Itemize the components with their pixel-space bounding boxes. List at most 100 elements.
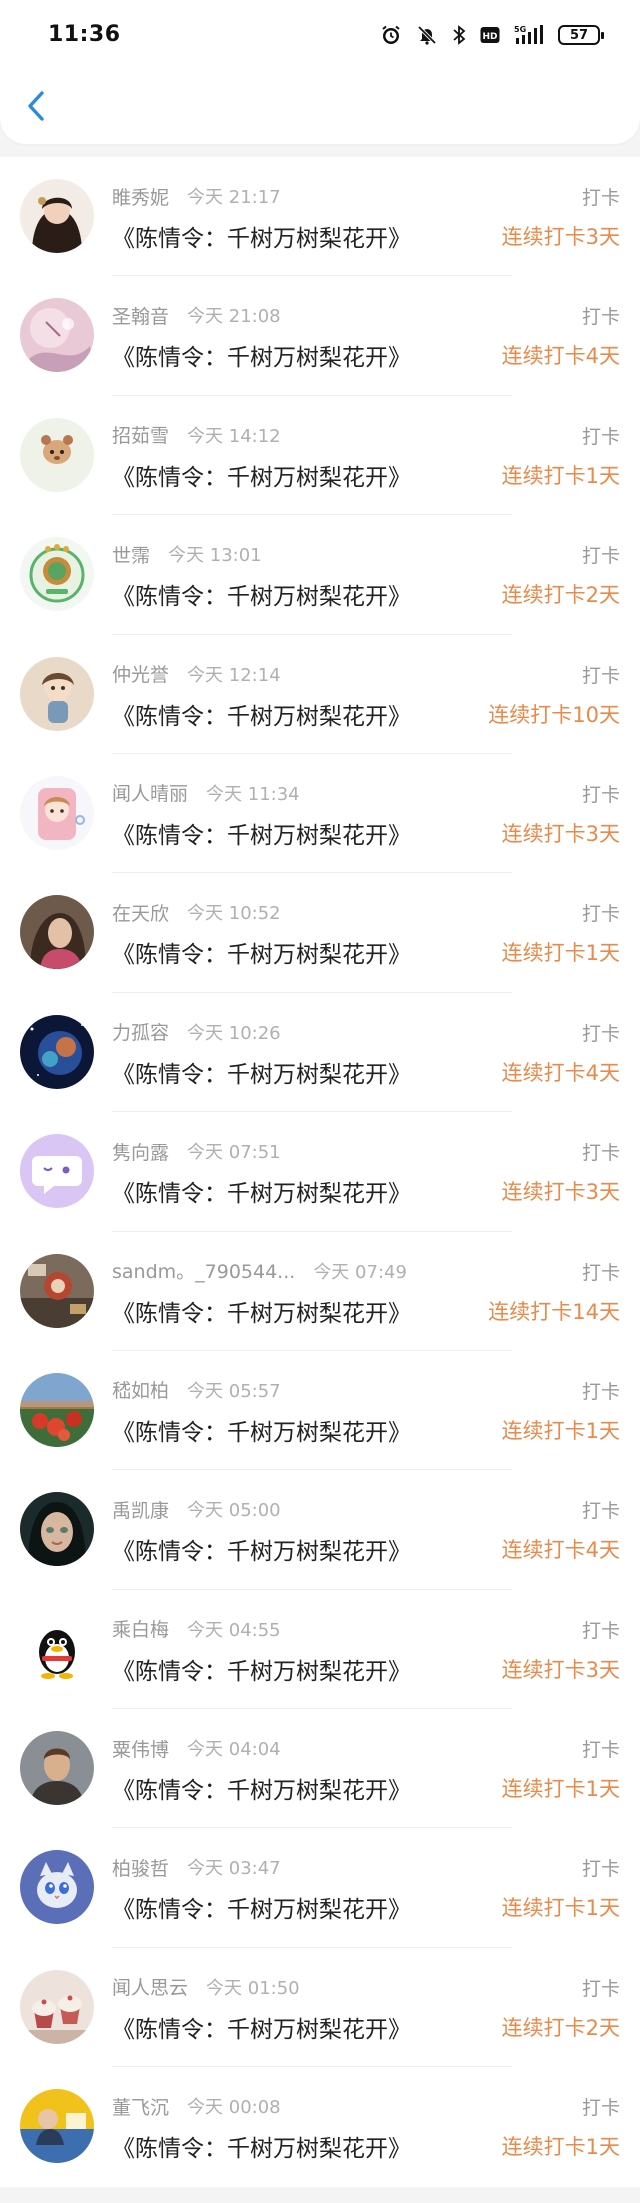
avatar[interactable] (20, 2089, 94, 2164)
checkin-time: 今天 01:50 (206, 1977, 300, 1999)
book-title[interactable]: 《陈情令：千树万树梨花开》 (112, 1532, 411, 1566)
avatar[interactable] (20, 298, 94, 373)
streak-badge: 连续打卡1天 (501, 1896, 620, 1921)
avatar[interactable] (20, 1134, 94, 1209)
book-title[interactable]: 《陈情令：千树万树梨花开》 (112, 1890, 411, 1924)
status-icons: HD 5G 57 (380, 22, 604, 48)
checkin-row[interactable]: 在天欣 今天 10:52 打卡 《陈情令：千树万树梨花开》 连续打卡1天 (0, 873, 640, 993)
avatar-room-photo (20, 1253, 94, 1328)
name-line: 世霈 今天 13:01 (112, 541, 262, 567)
avatar[interactable] (20, 537, 94, 612)
name-line: 董飞沉 今天 00:08 (112, 2093, 281, 2119)
checkin-row[interactable]: 董飞沉 今天 00:08 打卡 《陈情令：千树万树梨花开》 连续打卡1天 (0, 2067, 640, 2186)
book-title[interactable]: 《陈情令：千树万树梨花开》 (112, 458, 411, 492)
user-name[interactable]: 粟伟博 (112, 1735, 169, 1762)
avatar[interactable] (20, 1372, 94, 1447)
book-title[interactable]: 《陈情令：千树万树梨花开》 (112, 935, 411, 969)
book-title[interactable]: 《陈情令：千树万树梨花开》 (112, 2010, 411, 2044)
checkin-time: 今天 05:57 (187, 1380, 281, 1402)
avatar-pink-illustration (20, 298, 94, 373)
book-title[interactable]: 《陈情令：千树万树梨花开》 (112, 1294, 411, 1328)
user-name[interactable]: sandm。_790544... (112, 1257, 295, 1284)
streak-badge: 连续打卡3天 (501, 1180, 620, 1205)
book-title[interactable]: 《陈情令：千树万树梨花开》 (112, 219, 411, 253)
user-name[interactable]: 世霈 (112, 541, 150, 568)
avatar[interactable] (20, 179, 94, 253)
back-button[interactable] (18, 88, 54, 124)
user-name[interactable]: 力孤容 (112, 1018, 169, 1045)
name-line: 闻人晴丽 今天 11:34 (112, 780, 300, 806)
avatar[interactable] (20, 1850, 94, 1925)
checkin-row[interactable]: 闻人思云 今天 01:50 打卡 《陈情令：千树万树梨花开》 连续打卡2天 (0, 1948, 640, 2068)
checkin-row[interactable]: sandm。_790544... 今天 07:49 打卡 《陈情令：千树万树梨花… (0, 1232, 640, 1351)
book-title[interactable]: 《陈情令：千树万树梨花开》 (112, 338, 411, 372)
checkin-row[interactable]: 仲光誉 今天 12:14 打卡 《陈情令：千树万树梨花开》 连续打卡10天 (0, 635, 640, 754)
book-title[interactable]: 《陈情令：千树万树梨花开》 (112, 2129, 411, 2163)
book-title[interactable]: 《陈情令：千树万树梨花开》 (112, 1174, 411, 1208)
user-name[interactable]: 在天欣 (112, 899, 169, 926)
avatar[interactable] (20, 1731, 94, 1806)
checkin-row[interactable]: 闻人晴丽 今天 11:34 打卡 《陈情令：千树万树梨花开》 连续打卡3天 (0, 754, 640, 874)
checkin-label: 打卡 (581, 903, 620, 926)
checkin-row[interactable]: 招茹雪 今天 14:12 打卡 《陈情令：千树万树梨花开》 连续打卡1天 (0, 396, 640, 516)
checkin-time: 今天 03:47 (187, 1858, 281, 1880)
checkin-row[interactable]: 力孤容 今天 10:26 打卡 《陈情令：千树万树梨花开》 连续打卡4天 (0, 993, 640, 1113)
checkin-time: 今天 21:17 (187, 187, 281, 208)
checkin-row[interactable]: 圣翰音 今天 21:08 打卡 《陈情令：千树万树梨花开》 连续打卡4天 (0, 276, 640, 396)
avatar[interactable] (20, 1611, 94, 1686)
user-name[interactable]: 仲光誉 (112, 660, 169, 687)
checkin-row[interactable]: 粟伟博 今天 04:04 打卡 《陈情令：千树万树梨花开》 连续打卡1天 (0, 1709, 640, 1829)
name-line: 乘白梅 今天 04:55 (112, 1616, 281, 1642)
avatar[interactable] (20, 1492, 94, 1567)
book-title[interactable]: 《陈情令：千树万树梨花开》 (112, 1055, 411, 1089)
avatar-cupcakes (20, 1969, 94, 2044)
avatar-cartoon-animal (20, 417, 94, 492)
book-title[interactable]: 《陈情令：千树万树梨花开》 (112, 1413, 411, 1447)
checkin-label: 打卡 (581, 306, 620, 329)
mute-icon (416, 24, 438, 46)
user-name[interactable]: 董飞沉 (112, 2093, 169, 2120)
checkin-row[interactable]: 乘白梅 今天 04:55 打卡 《陈情令：千树万树梨花开》 连续打卡3天 (0, 1590, 640, 1710)
checkin-label: 打卡 (581, 1977, 620, 2000)
user-name[interactable]: 嵇如柏 (112, 1376, 169, 1403)
checkin-row[interactable]: 世霈 今天 13:01 打卡 《陈情令：千树万树梨花开》 连续打卡2天 (0, 515, 640, 635)
checkin-row[interactable]: 柏骏哲 今天 03:47 打卡 《陈情令：千树万树梨花开》 连续打卡1天 (0, 1828, 640, 1948)
user-name[interactable]: 禹凯康 (112, 1496, 169, 1523)
streak-badge: 连续打卡3天 (501, 225, 620, 249)
checkin-time: 今天 11:34 (206, 783, 300, 805)
avatar[interactable] (20, 656, 94, 731)
checkin-label: 打卡 (581, 187, 620, 209)
checkin-time: 今天 14:12 (187, 425, 281, 447)
avatar[interactable] (20, 1014, 94, 1089)
user-name[interactable]: 招茹雪 (112, 421, 169, 448)
avatar[interactable] (20, 775, 94, 850)
checkin-row[interactable]: 隽向露 今天 07:51 打卡 《陈情令：千树万树梨花开》 连续打卡3天 (0, 1112, 640, 1232)
checkin-label: 打卡 (581, 1500, 620, 1523)
user-name[interactable]: 圣翰音 (112, 302, 169, 329)
name-line: 在天欣 今天 10:52 (112, 899, 281, 925)
book-title[interactable]: 《陈情令：千树万树梨花开》 (112, 1771, 411, 1805)
checkin-time: 今天 04:04 (187, 1739, 281, 1761)
user-name[interactable]: 闻人思云 (112, 1973, 188, 2000)
user-name[interactable]: 乘白梅 (112, 1615, 169, 1642)
checkin-time: 今天 13:01 (168, 545, 262, 567)
avatar[interactable] (20, 895, 94, 970)
user-name[interactable]: 睢秀妮 (112, 183, 169, 210)
checkin-label: 打卡 (581, 1022, 620, 1045)
book-title[interactable]: 《陈情令：千树万树梨花开》 (112, 816, 411, 850)
user-name[interactable]: 隽向露 (112, 1138, 169, 1165)
checkin-row[interactable]: 嵇如柏 今天 05:57 打卡 《陈情令：千树万树梨花开》 连续打卡1天 (0, 1351, 640, 1471)
avatar-blue-cat (20, 1850, 94, 1925)
book-title[interactable]: 《陈情令：千树万树梨花开》 (112, 697, 411, 731)
user-name[interactable]: 闻人晴丽 (112, 779, 188, 806)
book-title[interactable]: 《陈情令：千树万树梨花开》 (112, 577, 411, 611)
checkin-row[interactable]: 睢秀妮 今天 21:17 打卡 《陈情令：千树万树梨花开》 连续打卡3天 (0, 157, 640, 277)
avatar[interactable] (20, 417, 94, 492)
checkin-row[interactable]: 禹凯康 今天 05:00 打卡 《陈情令：千树万树梨花开》 连续打卡4天 (0, 1470, 640, 1590)
avatar[interactable] (20, 1969, 94, 2044)
checkin-label: 打卡 (581, 1739, 620, 1762)
checkin-time: 今天 07:51 (187, 1142, 281, 1164)
book-title[interactable]: 《陈情令：千树万树梨花开》 (112, 1652, 411, 1686)
user-name[interactable]: 柏骏哲 (112, 1854, 169, 1881)
avatar[interactable] (20, 1253, 94, 1328)
